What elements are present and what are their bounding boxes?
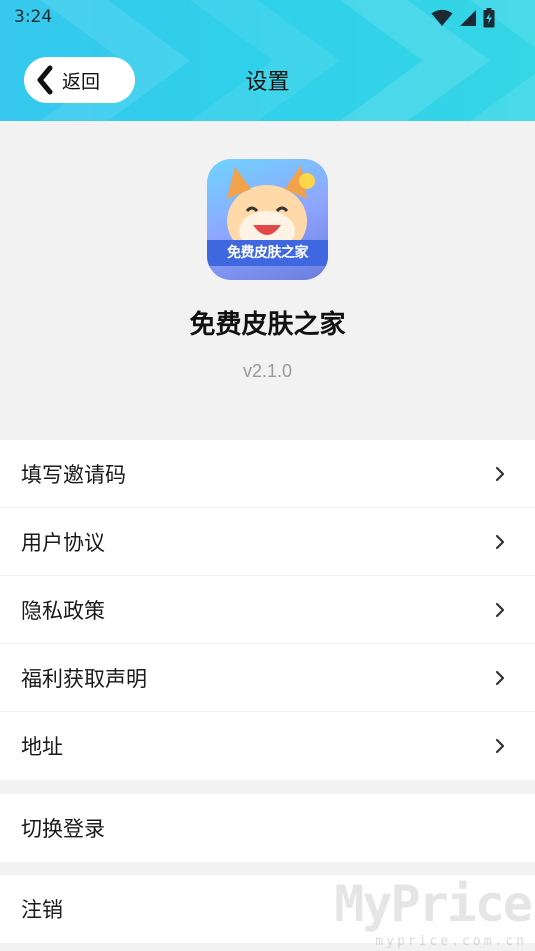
menu-item-address[interactable]: 地址: [0, 712, 535, 780]
app-icon: 免费皮肤之家: [207, 159, 328, 280]
menu-item-invite-code[interactable]: 填写邀请码: [0, 440, 535, 508]
menu-item-label: 福利获取声明: [21, 666, 147, 691]
status-icons: [431, 8, 495, 28]
chevron-right-icon: [495, 670, 505, 686]
signal-icon: [460, 10, 476, 26]
watermark-logo: MyPrice: [334, 875, 533, 933]
app-name: 免费皮肤之家: [189, 310, 346, 340]
switch-login-group: 切换登录: [0, 794, 535, 862]
page-title: 设置: [245, 70, 290, 95]
watermark-url: myprice.com.cn: [375, 934, 527, 949]
menu-item-privacy-policy[interactable]: 隐私政策: [0, 576, 535, 644]
settings-menu: 填写邀请码 用户协议 隐私政策 福利获取声明 地址: [0, 440, 535, 780]
menu-item-label: 填写邀请码: [21, 462, 126, 487]
wifi-icon: [431, 9, 453, 26]
app-info-section: 免费皮肤之家 免费皮肤之家 v2.1.0: [0, 121, 535, 439]
header-bar: 3:24 返回 设置: [0, 0, 535, 121]
menu-item-label: 隐私政策: [21, 598, 105, 623]
chevron-right-icon: [495, 602, 505, 618]
chevron-right-icon: [495, 534, 505, 550]
battery-charging-icon: [483, 8, 495, 28]
status-time: 3:24: [14, 7, 53, 27]
chevron-right-icon: [495, 466, 505, 482]
chevron-right-icon: [495, 738, 505, 754]
menu-item-user-agreement[interactable]: 用户协议: [0, 508, 535, 576]
menu-item-benefit-statement[interactable]: 福利获取声明: [0, 644, 535, 712]
menu-item-label: 用户协议: [21, 530, 105, 555]
app-version: v2.1.0: [242, 361, 293, 381]
switch-login-button[interactable]: 切换登录: [0, 794, 535, 862]
status-bar: 3:24: [0, 0, 535, 36]
app-icon-label: 免费皮肤之家: [207, 240, 328, 266]
switch-login-label: 切换登录: [21, 817, 105, 841]
menu-item-label: 地址: [21, 735, 63, 759]
logout-label: 注销: [21, 898, 63, 922]
